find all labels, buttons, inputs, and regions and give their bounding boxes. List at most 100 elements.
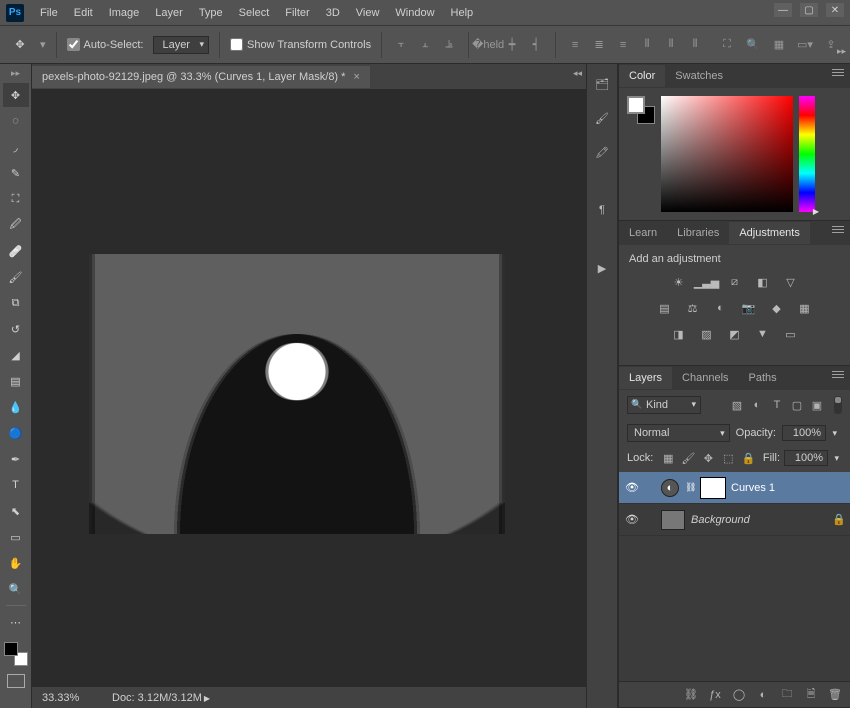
dodge-tool[interactable]: 🔵 — [3, 421, 29, 445]
zoom-tool[interactable]: 🔍 — [3, 577, 29, 601]
layer-row[interactable]: 👁 Background 🔒 — [619, 504, 850, 536]
close-window-button[interactable]: ✕ — [826, 3, 844, 17]
arrange-documents-icon[interactable]: ▦ — [770, 36, 788, 54]
new-layer-icon[interactable]: 🗎 — [804, 685, 818, 704]
hand-tool[interactable]: ✋ — [3, 551, 29, 575]
tab-learn[interactable]: Learn — [619, 222, 667, 244]
tab-color[interactable]: Color — [619, 65, 665, 87]
align-vcenter-icon[interactable]: ⫠ — [416, 36, 434, 54]
filter-pixel-icon[interactable]: ▧ — [730, 398, 744, 412]
collapse-panels-icon[interactable]: ▸▸ — [837, 46, 846, 57]
filter-adjustment-icon[interactable]: ◐ — [750, 398, 764, 412]
filter-toggle[interactable] — [834, 396, 842, 414]
link-layers-icon[interactable]: ⛓ — [684, 688, 698, 701]
menu-window[interactable]: Window — [387, 3, 442, 23]
lasso-tool[interactable]: ◞ — [3, 135, 29, 159]
invert-icon[interactable]: ◨ — [670, 325, 688, 343]
levels-icon[interactable]: ▁▃▅ — [698, 273, 716, 291]
threshold-icon[interactable]: ◩ — [726, 325, 744, 343]
adjustment-thumb-icon[interactable]: ◐ — [661, 479, 679, 497]
auto-select-checkbox[interactable]: Auto-Select: — [67, 38, 144, 51]
lock-all-icon[interactable]: 🔒 — [741, 451, 755, 465]
type-tool[interactable]: T — [3, 473, 29, 497]
hue-slider[interactable] — [799, 96, 815, 212]
distribute-hcenter-icon[interactable]: ⦀ — [662, 36, 680, 54]
3d-mode-icon[interactable]: ⛶ — [718, 36, 736, 54]
layer-name[interactable]: Curves 1 — [731, 482, 844, 494]
posterize-icon[interactable]: ▨ — [698, 325, 716, 343]
quick-select-tool[interactable]: ✎ — [3, 161, 29, 185]
pen-tool[interactable]: ✒ — [3, 447, 29, 471]
color-fgbg-swatch[interactable] — [627, 96, 655, 124]
brush-tool[interactable]: 🖌 — [3, 265, 29, 289]
align-right-icon[interactable]: ┥ — [527, 36, 545, 54]
lock-pixels-icon[interactable]: 🖌 — [681, 451, 695, 465]
canvas-viewport[interactable] — [32, 90, 586, 686]
eraser-tool[interactable]: ◢ — [3, 343, 29, 367]
distribute-top-icon[interactable]: ≡ — [566, 36, 584, 54]
tab-layers[interactable]: Layers — [619, 367, 672, 389]
distribute-bottom-icon[interactable]: ≡ — [614, 36, 632, 54]
document-tab[interactable]: pexels-photo-92129.jpeg @ 33.3% (Curves … — [32, 66, 370, 88]
eyedropper-tool[interactable]: 🖉 — [3, 213, 29, 237]
brightness-contrast-icon[interactable]: ☀ — [670, 273, 688, 291]
filter-kind-dropdown[interactable]: Kind — [627, 396, 701, 414]
foreground-background-swatch[interactable] — [4, 642, 28, 666]
show-transform-checkbox[interactable]: Show Transform Controls — [230, 38, 371, 51]
layer-thumb[interactable] — [661, 510, 685, 530]
panel-menu-icon[interactable] — [832, 226, 844, 233]
fill-field[interactable]: 100% — [784, 450, 828, 466]
menu-image[interactable]: Image — [101, 3, 148, 23]
distribute-vcenter-icon[interactable]: ≣ — [590, 36, 608, 54]
delete-layer-icon[interactable]: 🗑 — [828, 688, 842, 701]
curves-icon[interactable]: ⧄ — [726, 273, 744, 291]
opacity-field[interactable]: 100% — [782, 425, 826, 441]
align-hcenter-icon[interactable]: ┿ — [503, 36, 521, 54]
align-left-icon[interactable]: �held — [479, 36, 497, 54]
gradient-tool[interactable]: ▤ — [3, 369, 29, 393]
menu-file[interactable]: File — [32, 3, 66, 23]
color-lookup-icon[interactable]: ▦ — [796, 299, 814, 317]
filter-smart-icon[interactable]: ▣ — [810, 398, 824, 412]
hue-sat-icon[interactable]: ▤ — [656, 299, 674, 317]
maximize-button[interactable]: ▢ — [800, 3, 818, 17]
layer-row[interactable]: 👁 ◐ ⛓ Curves 1 — [619, 472, 850, 504]
exposure-icon[interactable]: ◧ — [754, 273, 772, 291]
color-field[interactable] — [661, 96, 793, 212]
canvas[interactable] — [92, 254, 502, 534]
marquee-tool[interactable]: ◌ — [3, 109, 29, 133]
selective-color-icon[interactable]: ▼ — [754, 325, 772, 343]
new-adjustment-icon[interactable]: ◐ — [756, 689, 770, 701]
rectangle-tool[interactable]: ▭ — [3, 525, 29, 549]
paragraph-panel-icon[interactable]: ¶ — [592, 200, 612, 220]
quick-mask-toggle[interactable] — [7, 674, 25, 688]
blur-tool[interactable]: 💧 — [3, 395, 29, 419]
distribute-right-icon[interactable]: ⦀ — [686, 36, 704, 54]
current-tool-icon[interactable]: ✥ — [10, 35, 30, 55]
tab-channels[interactable]: Channels — [672, 367, 738, 389]
minimize-button[interactable]: — — [774, 3, 792, 17]
actions-panel-icon[interactable]: ▶ — [592, 258, 612, 278]
vibrance-icon[interactable]: ▽ — [782, 273, 800, 291]
move-tool[interactable]: ✥ — [3, 83, 29, 107]
menu-select[interactable]: Select — [231, 3, 278, 23]
search-icon[interactable]: 🔍 — [744, 36, 762, 54]
zoom-level[interactable]: 33.33% — [42, 692, 92, 704]
doc-info[interactable]: Doc: 3.12M/3.12M▶ — [112, 692, 210, 704]
align-bottom-icon[interactable]: ⫡ — [440, 36, 458, 54]
blend-mode-dropdown[interactable]: Normal — [627, 424, 730, 442]
menu-edit[interactable]: Edit — [66, 3, 101, 23]
menu-3d[interactable]: 3D — [318, 3, 348, 23]
menu-type[interactable]: Type — [191, 3, 231, 23]
filter-shape-icon[interactable]: ▢ — [790, 398, 804, 412]
toolbar-collapse-icon[interactable]: ▸▸ — [11, 68, 20, 79]
photo-filter-icon[interactable]: 📷 — [740, 299, 758, 317]
gradient-map-icon[interactable]: ▭ — [782, 325, 800, 343]
color-balance-icon[interactable]: ⚖ — [684, 299, 702, 317]
layer-name[interactable]: Background — [691, 514, 826, 526]
panel-menu-icon[interactable] — [832, 371, 844, 378]
edit-toolbar-icon[interactable]: ⋯ — [3, 610, 29, 634]
menu-layer[interactable]: Layer — [147, 3, 191, 23]
path-select-tool[interactable]: ⬉ — [3, 499, 29, 523]
add-mask-icon[interactable]: ◯ — [732, 688, 746, 701]
